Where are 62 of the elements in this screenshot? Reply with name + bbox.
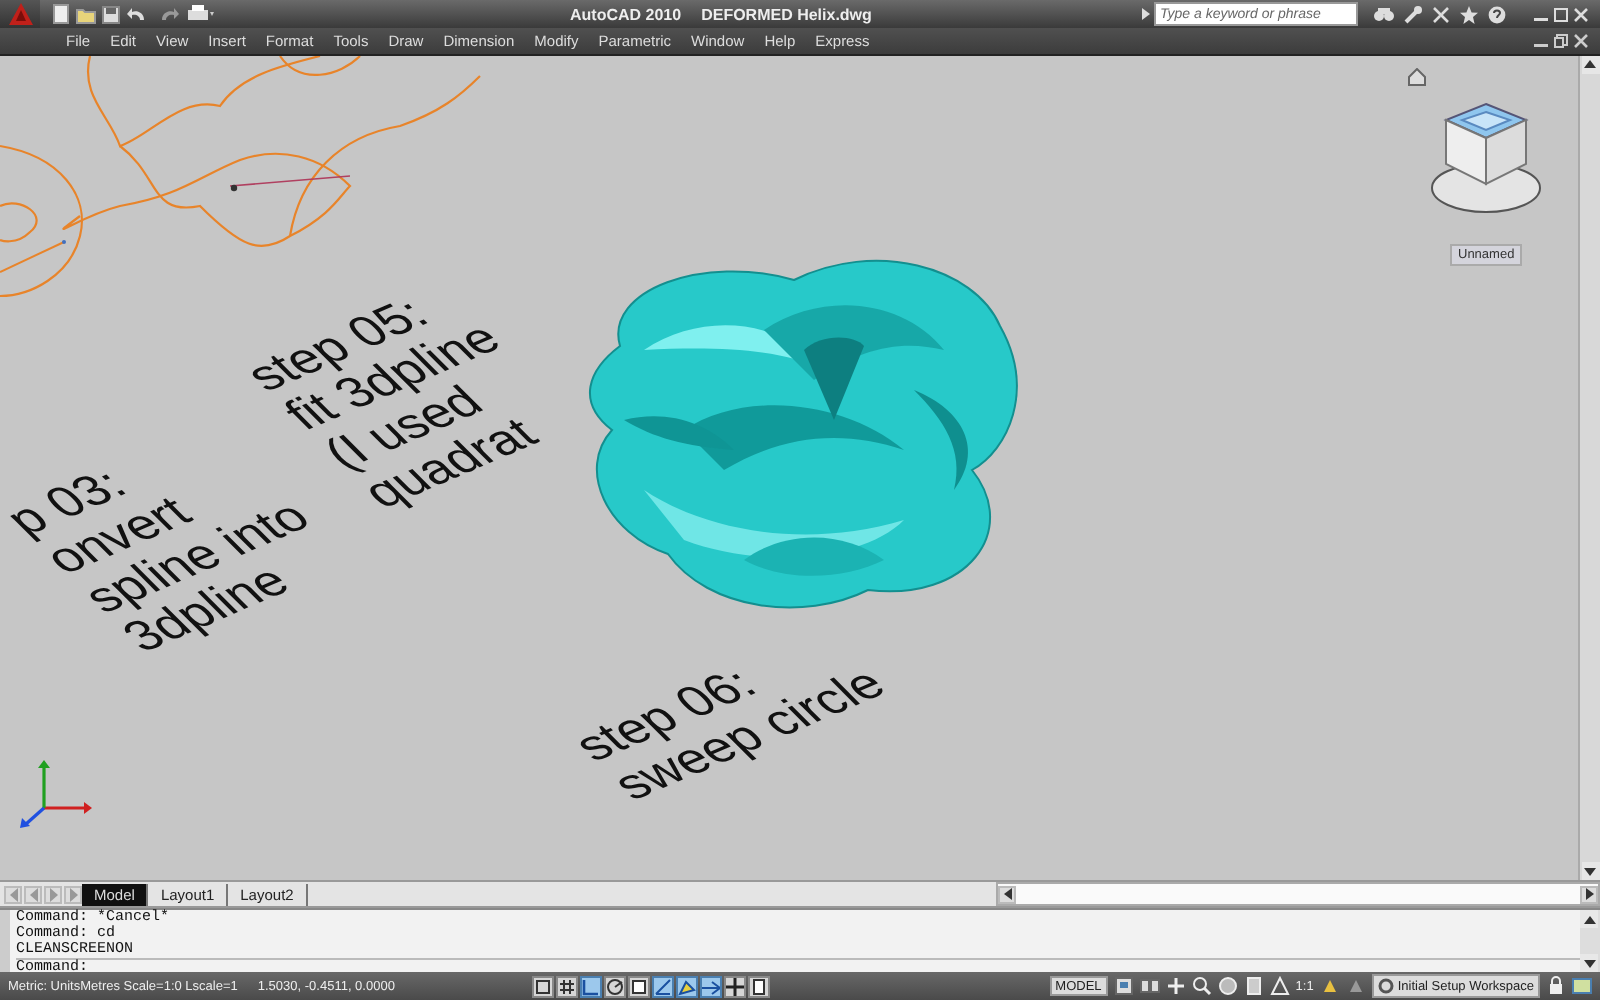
binoculars-icon[interactable] — [1374, 6, 1394, 22]
layout-icon[interactable] — [1113, 976, 1134, 997]
grid-toggle[interactable] — [556, 975, 579, 998]
close-icon[interactable] — [1574, 7, 1588, 21]
qp-icon — [750, 977, 769, 996]
pan-icon[interactable] — [1165, 976, 1186, 997]
ortho-icon — [582, 977, 601, 996]
snap-icon — [534, 977, 553, 996]
first-page-icon — [7, 887, 19, 902]
previous-page-icon — [27, 887, 39, 902]
arrow-down-icon — [1583, 959, 1595, 968]
polar-icon — [606, 977, 625, 996]
osnap-toggle[interactable] — [628, 975, 651, 998]
osnap-icon — [630, 977, 649, 996]
app-logo-icon — [7, 2, 33, 26]
ducs-toggle[interactable] — [676, 975, 699, 998]
annotation-scale-icon[interactable] — [1269, 976, 1290, 997]
scroll-right-button[interactable] — [1580, 885, 1598, 904]
restore-icon[interactable] — [1554, 33, 1568, 48]
otrack-icon — [654, 977, 673, 996]
close-icon[interactable] — [1574, 33, 1588, 48]
open-folder-icon[interactable] — [76, 5, 96, 23]
star-icon[interactable] — [1460, 5, 1478, 23]
lwt-icon — [726, 977, 745, 996]
qp-toggle[interactable] — [748, 975, 771, 998]
help-icon[interactable] — [1488, 5, 1506, 23]
arrow-down-icon — [1584, 867, 1596, 876]
arrow-up-icon — [1583, 915, 1595, 924]
window-title: AutoCAD 2010 — [570, 5, 682, 23]
home-icon[interactable] — [1408, 67, 1426, 86]
lock-icon[interactable] — [1546, 976, 1566, 997]
maximize-icon[interactable] — [1554, 7, 1568, 21]
printer-icon[interactable] — [186, 4, 214, 24]
scroll-left-button[interactable] — [998, 885, 1016, 904]
dyn-icon — [702, 977, 721, 996]
ucs-icon — [20, 759, 92, 828]
undo-icon[interactable] — [126, 5, 150, 23]
arrow-right-icon — [1585, 888, 1593, 901]
save-icon[interactable] — [102, 5, 120, 23]
lwt-toggle[interactable] — [724, 975, 747, 998]
redo-icon[interactable] — [156, 5, 180, 23]
arrow-left-icon — [1003, 888, 1011, 901]
layouts-icon[interactable] — [1139, 976, 1160, 997]
wrench-icon[interactable] — [1404, 5, 1422, 23]
next-page-icon — [47, 887, 59, 902]
annotation-text: step 06: sweep circle — [564, 657, 898, 810]
polar-toggle[interactable] — [604, 975, 627, 998]
scroll-up-button[interactable] — [1580, 910, 1598, 929]
arrow-up-icon — [1584, 60, 1596, 69]
ducs-icon — [678, 977, 697, 996]
ortho-toggle[interactable] — [580, 975, 603, 998]
document-title: DEFORMED Helix.dwg — [701, 5, 872, 23]
dyn-toggle[interactable] — [700, 975, 723, 998]
scroll-down-button[interactable] — [1581, 862, 1599, 881]
scroll-down-button[interactable] — [1580, 954, 1598, 973]
grid-icon — [558, 977, 577, 996]
expand-arrow-icon[interactable] — [1142, 8, 1150, 20]
otrack-toggle[interactable] — [652, 975, 675, 998]
new-file-icon[interactable] — [52, 4, 70, 24]
annotation-text: p 03: onvert spline into 3dpline — [0, 457, 325, 662]
zoom-icon[interactable] — [1191, 976, 1212, 997]
snap-toggle[interactable] — [532, 975, 555, 998]
